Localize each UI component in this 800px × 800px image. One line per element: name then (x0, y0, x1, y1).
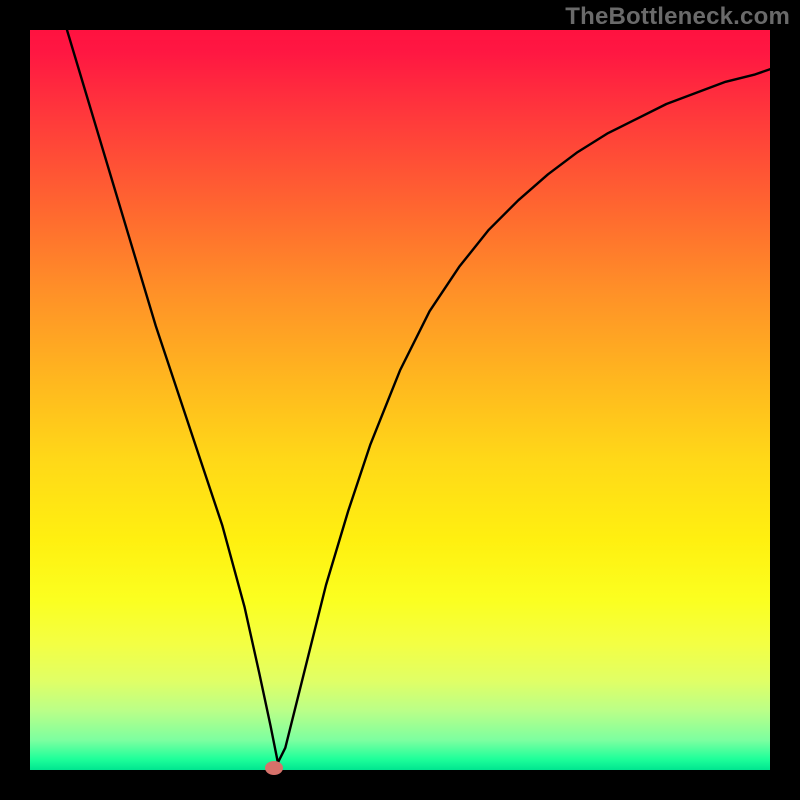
curve-svg (30, 30, 770, 770)
chart-frame: TheBottleneck.com (0, 0, 800, 800)
bottleneck-curve (67, 30, 770, 763)
plot-area (30, 30, 770, 770)
optimum-marker (265, 761, 283, 775)
watermark-text: TheBottleneck.com (565, 3, 790, 31)
